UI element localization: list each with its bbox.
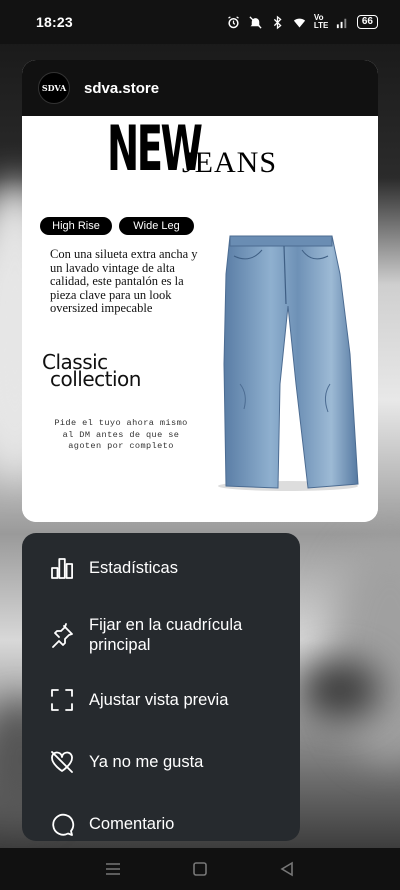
post-image: NEW JEANS High Rise Wide Leg Con una sil… [22, 114, 378, 522]
tag-wide-leg: Wide Leg [119, 217, 194, 235]
product-description: Con una silueta extra ancha y un lavado … [50, 247, 198, 316]
menu-label-pin-to-grid: Fijar en la cuadrícula principal [89, 616, 243, 654]
back-icon[interactable] [278, 860, 296, 878]
crop-corners-icon [48, 686, 76, 714]
menu-item-statistics[interactable]: Estadísticas [22, 554, 300, 582]
menu-item-pin-to-grid[interactable]: Fijar en la cuadrícula principal [22, 615, 300, 657]
network-type: Vo LTE [313, 13, 329, 30]
menu-label-unlike: Ya no me gusta [89, 753, 204, 771]
wifi-icon [293, 18, 305, 27]
menu-item-comment[interactable]: Comentario [22, 810, 300, 838]
bar-chart-icon [48, 554, 76, 582]
jeans-image [218, 235, 359, 491]
menu-item-adjust-preview[interactable]: Ajustar vista previa [22, 686, 300, 714]
order-call-to-action: Pide el tuyo ahora mismo al DM antes de … [54, 418, 188, 451]
post-preview-card[interactable]: SDVA sdva.store NEW JEANS High Rise Wide… [22, 60, 378, 522]
classic-collection-text: Classic collection [42, 352, 141, 391]
battery-icon: 66 [356, 15, 378, 29]
status-time: 18:23 [36, 14, 73, 30]
menu-label-adjust-preview: Ajustar vista previa [89, 691, 229, 709]
broken-heart-icon [48, 748, 76, 776]
menu-icon[interactable] [104, 860, 122, 878]
signal-icon [336, 18, 347, 28]
menu-label-statistics: Estadísticas [89, 559, 178, 577]
options-menu: Estadísticas Fijar en la cuadrícula prin… [22, 533, 300, 841]
home-icon[interactable] [191, 860, 209, 878]
username[interactable]: sdva.store [84, 80, 159, 97]
status-bar: 18:23 Vo LTE 66 [0, 0, 400, 44]
comment-icon [48, 810, 76, 838]
status-icons: Vo LTE 66 [226, 14, 378, 30]
tag-high-rise: High Rise [40, 217, 112, 235]
avatar[interactable]: SDVA [38, 72, 70, 104]
system-nav-bar [0, 848, 400, 890]
menu-item-unlike[interactable]: Ya no me gusta [22, 748, 300, 776]
classic-line-2: collection [50, 367, 141, 391]
menu-label-comment: Comentario [89, 815, 175, 833]
pin-icon [48, 622, 76, 650]
headline-jeans: JEANS [182, 146, 278, 179]
mute-icon [249, 15, 262, 29]
post-header: SDVA sdva.store [22, 60, 378, 116]
bluetooth-icon [273, 15, 282, 29]
alarm-icon [228, 15, 239, 28]
